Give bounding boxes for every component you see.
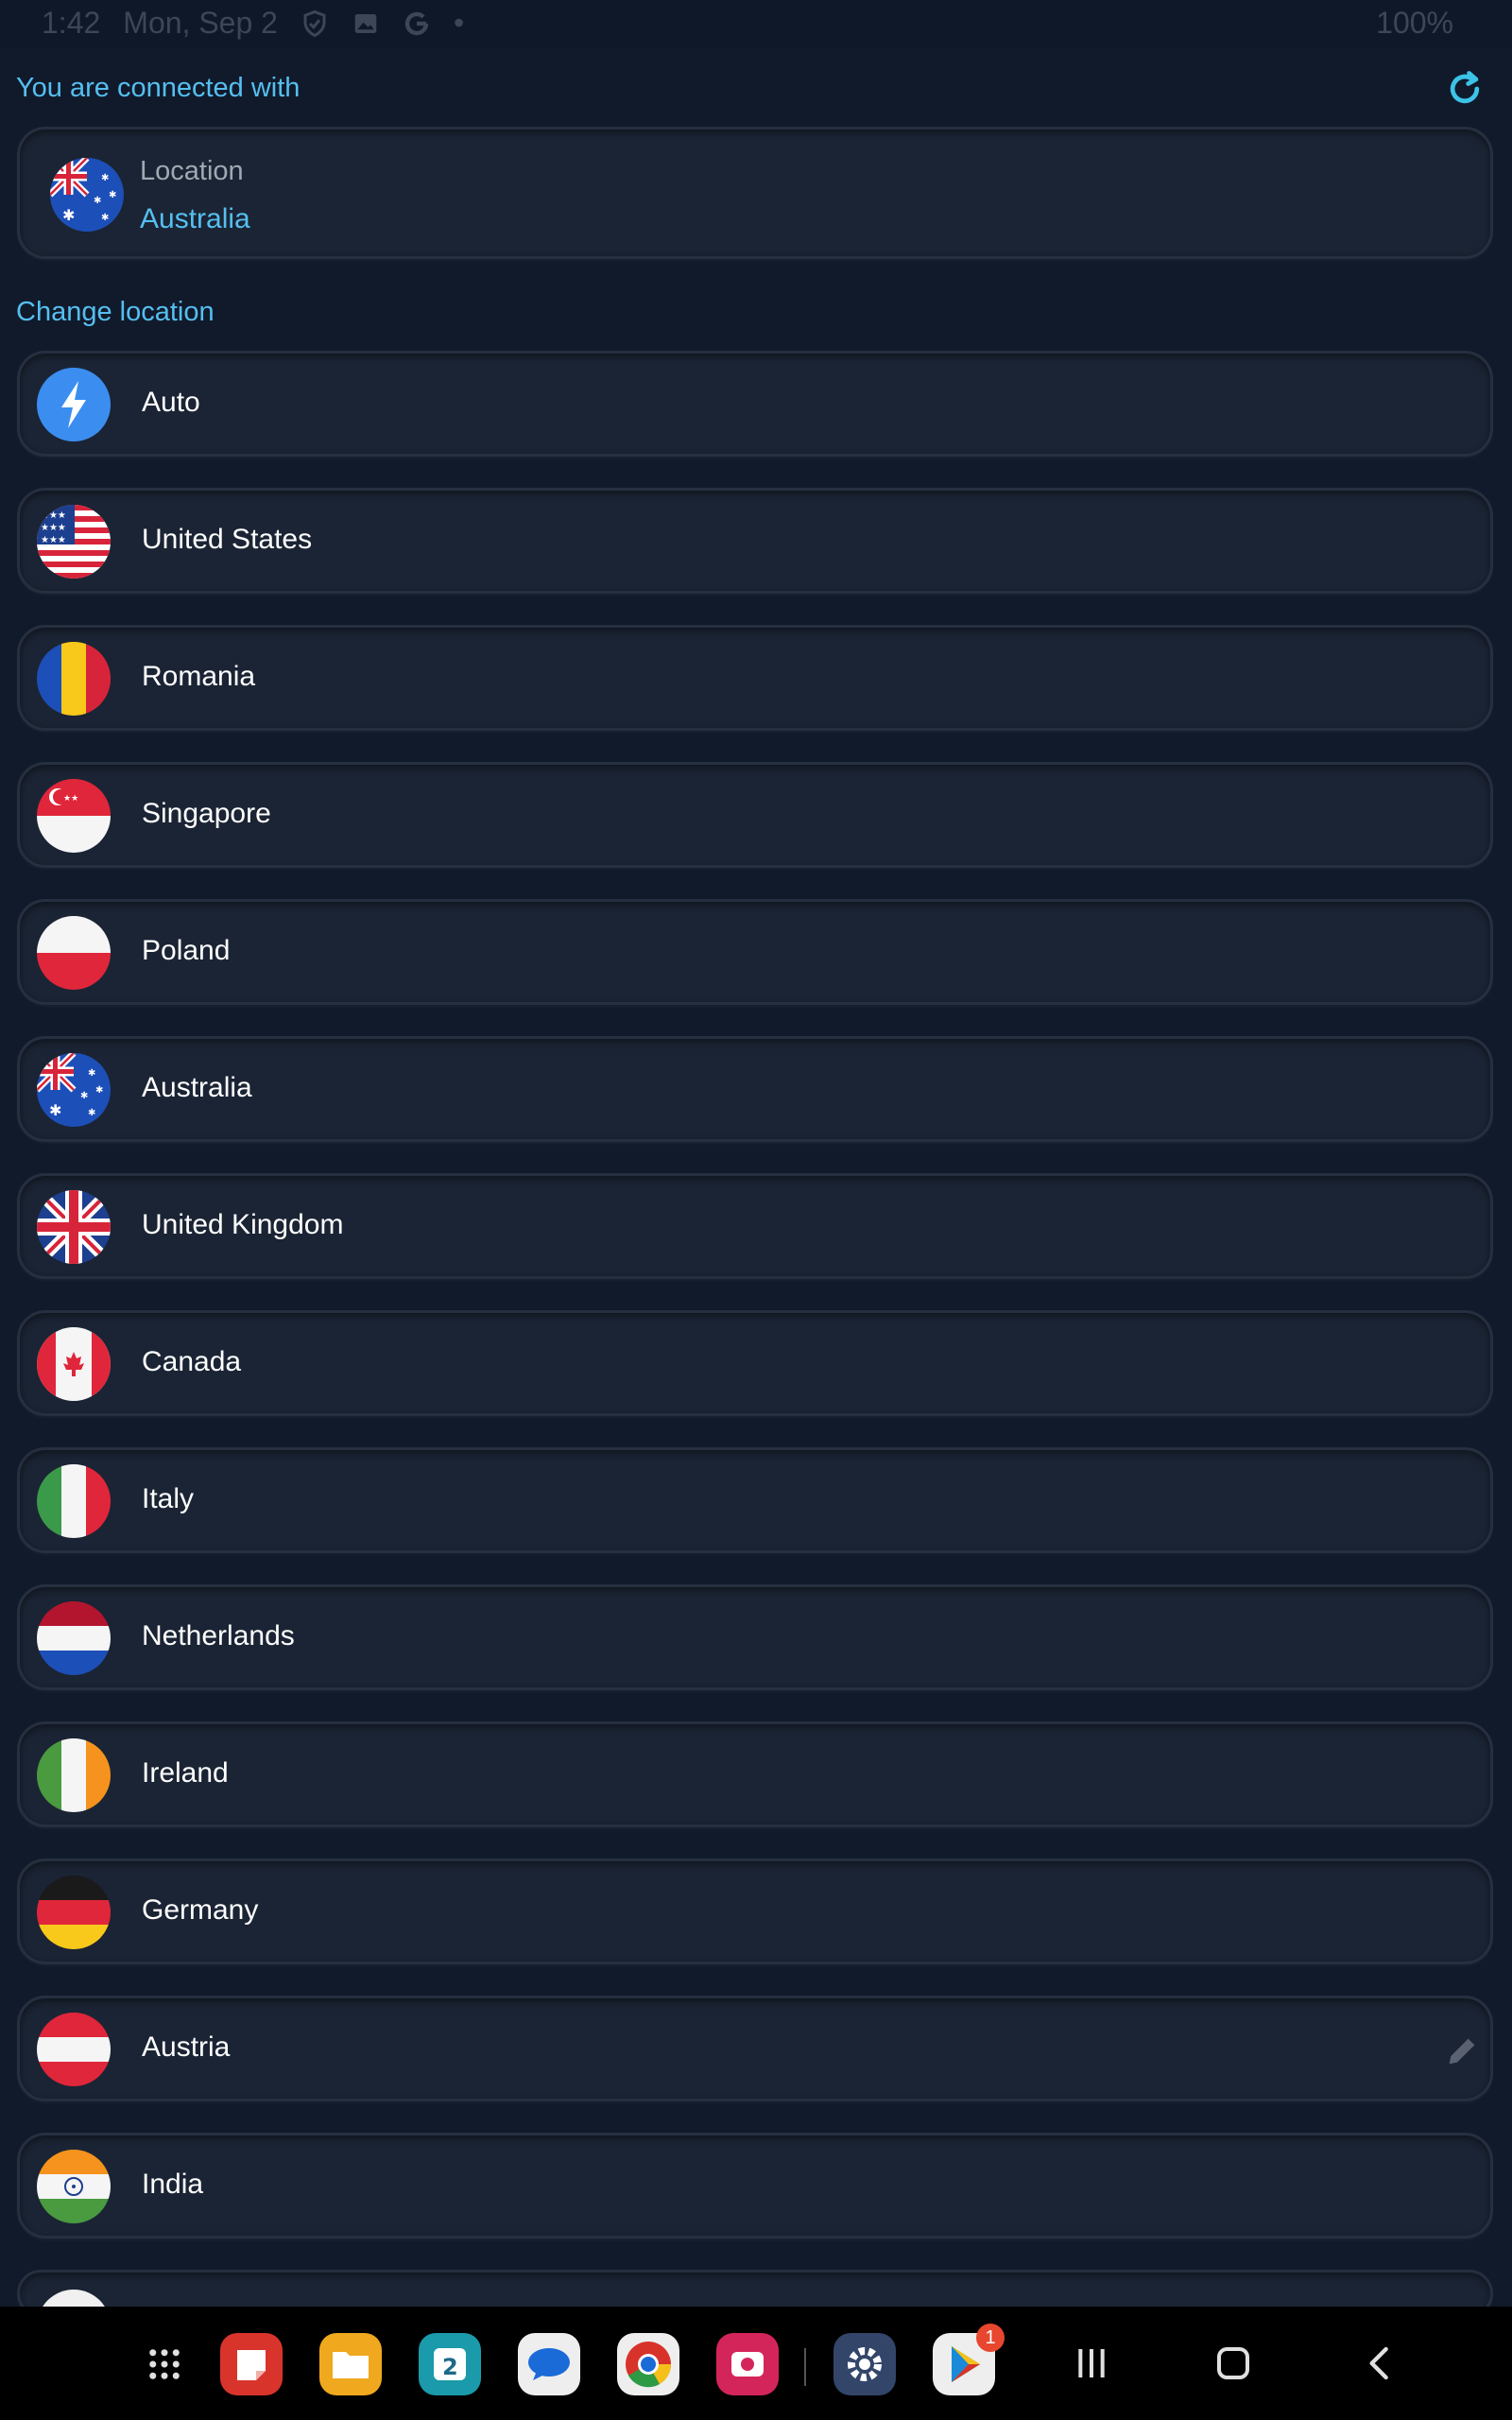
shield-icon xyxy=(303,9,326,37)
location-item-auto[interactable]: Auto xyxy=(17,351,1493,457)
location-label: United Kingdom xyxy=(142,1209,344,1240)
svg-text:2: 2 xyxy=(442,2354,458,2380)
location-item-germany[interactable]: Germany xyxy=(17,1858,1493,1964)
location-label: Ireland xyxy=(142,1757,229,1789)
back-icon[interactable] xyxy=(1361,2344,1399,2382)
location-item-romania[interactable]: Romania xyxy=(17,625,1493,731)
location-label: Auto xyxy=(142,387,200,418)
calendar-app-icon[interactable]: 2 xyxy=(419,2333,481,2395)
image-icon xyxy=(354,13,377,33)
svg-text:✱: ✱ xyxy=(88,1068,95,1079)
svg-text:★★★: ★★★ xyxy=(41,510,66,521)
location-item-canada[interactable]: Canada xyxy=(17,1310,1493,1416)
location-label: Italy xyxy=(142,1483,195,1514)
location-item-austria[interactable]: Austria xyxy=(17,1996,1493,2101)
refresh-icon[interactable] xyxy=(1444,68,1486,110)
navigation-bar: 2 1 xyxy=(0,2307,1512,2420)
svg-text:✱: ✱ xyxy=(109,190,116,200)
location-label: Australia xyxy=(142,1072,252,1103)
google-icon xyxy=(404,11,429,35)
singapore-flag-icon: ★★ xyxy=(37,779,111,853)
svg-text:✱: ✱ xyxy=(101,173,109,183)
united-kingdom-flag-icon xyxy=(37,1190,111,1264)
svg-text:✱: ✱ xyxy=(80,1091,88,1101)
location-item-india[interactable]: India xyxy=(17,2133,1493,2238)
location-label: Austria xyxy=(142,2031,231,2063)
united-states-flag-icon: ★★★ ★★★ ★★★ xyxy=(37,505,111,579)
app-drawer-icon[interactable] xyxy=(145,2344,184,2384)
ireland-flag-icon xyxy=(37,1738,111,1812)
more-dot-icon: • xyxy=(453,6,465,40)
location-label: Singapore xyxy=(142,798,271,829)
files-app-icon[interactable] xyxy=(319,2333,382,2395)
play-store-badge: 1 xyxy=(976,2324,1005,2352)
svg-text:✱: ✱ xyxy=(101,213,109,223)
connected-label: Location xyxy=(140,156,244,186)
svg-text:★★★: ★★★ xyxy=(41,535,66,545)
status-date: Mon, Sep 2 xyxy=(123,6,278,40)
svg-text:✱: ✱ xyxy=(49,1101,61,1119)
connected-location-value: Australia xyxy=(140,203,250,234)
germany-flag-icon xyxy=(37,1876,111,1949)
location-item-netherlands[interactable]: Netherlands xyxy=(17,1584,1493,1690)
home-icon[interactable] xyxy=(1214,2344,1252,2382)
status-time: 1:42 xyxy=(42,6,101,40)
location-label: Canada xyxy=(142,1346,242,1377)
romania-flag-icon xyxy=(37,642,111,716)
settings-app-icon[interactable] xyxy=(833,2333,896,2395)
location-label: Poland xyxy=(142,935,231,966)
location-label: India xyxy=(142,2169,204,2200)
canada-flag-icon xyxy=(37,1327,111,1401)
svg-text:✱: ✱ xyxy=(94,196,101,206)
italy-flag-icon xyxy=(37,1464,111,1538)
austria-flag-icon xyxy=(37,2013,111,2086)
notes-app-icon[interactable] xyxy=(220,2333,283,2395)
location-item-poland[interactable]: Poland xyxy=(17,899,1493,1005)
location-label: Germany xyxy=(142,1894,259,1926)
svg-text:★★: ★★ xyxy=(63,794,78,804)
edit-pencil-icon[interactable] xyxy=(1443,2032,1481,2070)
svg-text:✱: ✱ xyxy=(95,1085,103,1096)
location-label: Romania xyxy=(142,661,256,692)
lightning-icon xyxy=(37,368,111,441)
location-item-australia[interactable]: ✱ ✱ ✱ ✱ ✱ Australia xyxy=(17,1036,1493,1142)
location-item-ireland[interactable]: Ireland xyxy=(17,1721,1493,1827)
india-flag-icon xyxy=(37,2150,111,2223)
dock-separator xyxy=(804,2348,806,2386)
connected-location-card: ✱ ✱ ✱ ✱ ✱ Location Australia xyxy=(17,127,1493,259)
connected-heading: You are connected with xyxy=(16,73,301,103)
status-bar: 1:42 Mon, Sep 2 • 100% xyxy=(0,0,1512,49)
location-item-italy[interactable]: Italy xyxy=(17,1447,1493,1553)
location-item-united-kingdom[interactable]: United Kingdom xyxy=(17,1173,1493,1279)
change-location-heading: Change location xyxy=(16,297,215,327)
battery-percent: 100% xyxy=(1376,6,1453,40)
recent-apps-icon[interactable] xyxy=(1073,2344,1110,2382)
chrome-app-icon[interactable] xyxy=(617,2333,679,2395)
location-item-united-states[interactable]: ★★★ ★★★ ★★★ United States xyxy=(17,488,1493,594)
svg-text:✱: ✱ xyxy=(62,206,75,224)
netherlands-flag-icon xyxy=(37,1601,111,1675)
location-label: Netherlands xyxy=(142,1620,295,1651)
messages-app-icon[interactable] xyxy=(518,2333,580,2395)
camera-app-icon[interactable] xyxy=(716,2333,779,2395)
australia-flag-icon: ✱ ✱ ✱ ✱ ✱ xyxy=(37,1053,111,1127)
location-item-singapore[interactable]: ★★ Singapore xyxy=(17,762,1493,868)
australia-flag-icon: ✱ ✱ ✱ ✱ ✱ xyxy=(50,158,124,232)
svg-text:✱: ✱ xyxy=(88,1108,95,1118)
poland-flag-icon xyxy=(37,916,111,990)
svg-text:★★★: ★★★ xyxy=(41,523,66,533)
location-label: United States xyxy=(142,524,313,555)
